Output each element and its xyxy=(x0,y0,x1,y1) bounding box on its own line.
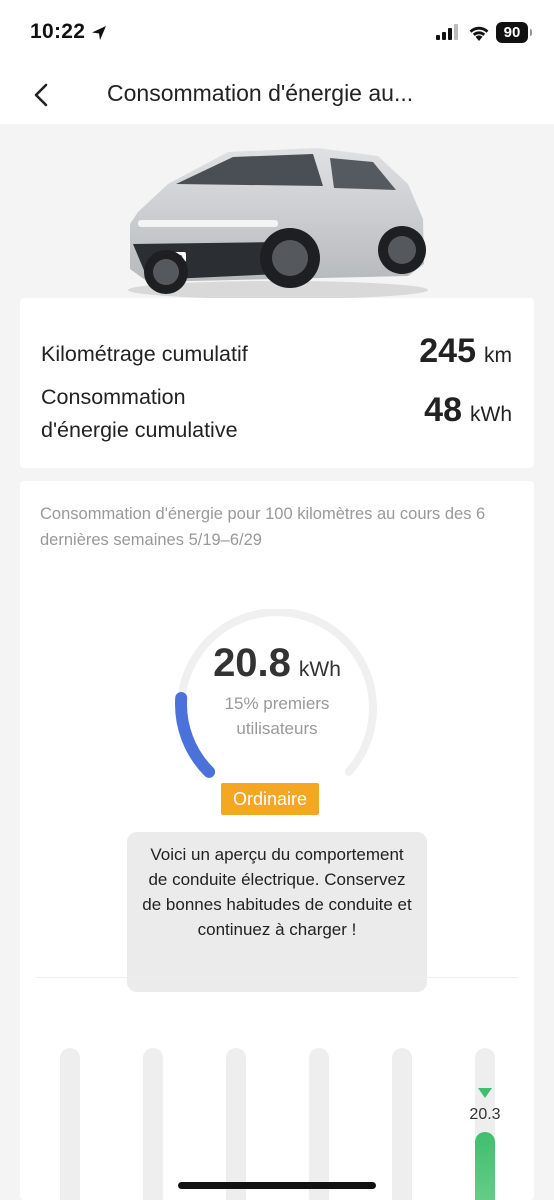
week-bar-fill[interactable] xyxy=(475,1132,495,1200)
gauge-number: 20.8 xyxy=(213,641,291,685)
gauge-unit: kWh xyxy=(298,658,341,681)
car-image: C10 xyxy=(128,148,428,299)
page-title: Consommation d'énergie au... xyxy=(107,80,414,106)
week-bar-track xyxy=(143,1048,163,1200)
mileage-label: Kilométrage cumulatif xyxy=(41,342,248,366)
home-indicator xyxy=(178,1182,376,1189)
car-image-area: C10 xyxy=(0,124,554,302)
gauge-percentile-line2: utilisateurs xyxy=(236,719,318,738)
mileage-unit: km xyxy=(484,344,512,367)
energy-value: 48 kWh xyxy=(424,391,512,430)
gauge-percentile: 15% premiers utilisateurs xyxy=(191,691,363,741)
back-chevron-icon[interactable] xyxy=(26,80,60,110)
wifi-icon xyxy=(469,26,489,41)
gauge-value: 20.8 kWh xyxy=(20,641,534,686)
selected-week-marker-icon xyxy=(478,1088,492,1098)
location-arrow-icon xyxy=(92,26,106,40)
status-bar: 10:22 90 xyxy=(0,0,554,66)
rating-badge: Ordinaire xyxy=(221,783,320,815)
week-bar-track xyxy=(392,1048,412,1200)
energy-label-line2: d'énergie cumulative xyxy=(41,418,238,442)
energy-label-line1: Consommation xyxy=(41,385,186,409)
energy-number: 48 xyxy=(424,391,462,429)
cumulative-stats-card: Kilométrage cumulatif 245 km Consommation… xyxy=(20,298,534,468)
energy-unit: kWh xyxy=(470,403,512,426)
gauge-percentile-line1: 15% premiers xyxy=(224,694,330,713)
energy-subtitle: Consommation d'énergie pour 100 kilomètr… xyxy=(40,505,486,549)
cellular-signal-icon xyxy=(436,24,458,40)
week-bar-track xyxy=(309,1048,329,1200)
divider xyxy=(36,977,518,978)
battery-indicator: 90 xyxy=(496,22,532,43)
mileage-number: 245 xyxy=(419,332,476,370)
week-bar-track xyxy=(226,1048,246,1200)
rating-tooltip: Voici un aperçu du comportement de condu… xyxy=(127,832,427,992)
mileage-value: 245 km xyxy=(419,332,512,371)
status-time: 10:22 xyxy=(30,20,86,43)
week-bar-value: 20.3 xyxy=(469,1106,501,1123)
week-bar-track xyxy=(60,1048,80,1200)
nav-bar: Consommation d'énergie au... xyxy=(0,66,554,124)
energy-per-100km-card: Consommation d'énergie pour 100 kilomètr… xyxy=(20,481,534,1200)
